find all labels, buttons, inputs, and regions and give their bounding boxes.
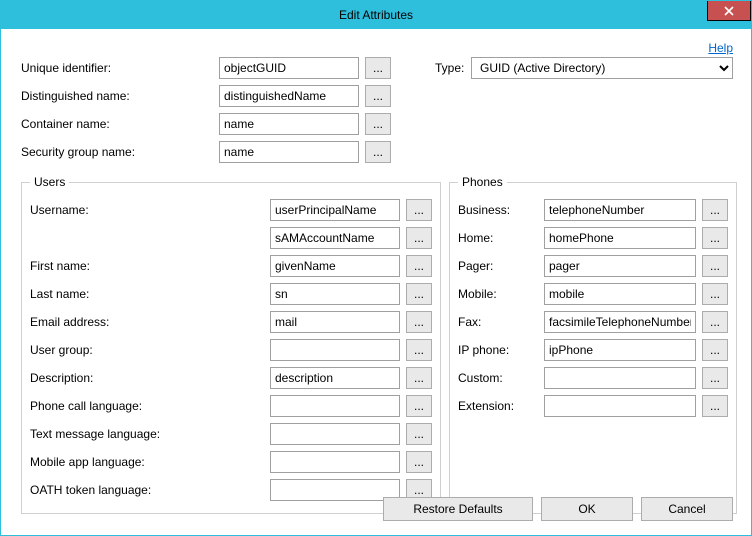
extension-browse-button[interactable]: ... — [702, 395, 728, 417]
mobile-label: Mobile: — [458, 287, 544, 301]
business-label: Business: — [458, 203, 544, 217]
type-select[interactable]: GUID (Active Directory) — [471, 57, 733, 79]
home-label: Home: — [458, 231, 544, 245]
users-legend: Users — [30, 175, 69, 189]
custom-label: Custom: — [458, 371, 544, 385]
unique-identifier-label: Unique identifier: — [21, 61, 219, 75]
text-lang-browse-button[interactable]: ... — [406, 423, 432, 445]
first-name-label: First name: — [30, 259, 270, 273]
fax-input[interactable] — [544, 311, 696, 333]
extension-label: Extension: — [458, 399, 544, 413]
pager-label: Pager: — [458, 259, 544, 273]
user-group-input[interactable] — [270, 339, 400, 361]
ipphone-label: IP phone: — [458, 343, 544, 357]
distinguished-name-input[interactable] — [219, 85, 359, 107]
users-group: Users Username:... ... First name:... La… — [21, 175, 441, 514]
home-browse-button[interactable]: ... — [702, 227, 728, 249]
dialog-body: Help Unique identifier: ... Type: GUID (… — [1, 29, 751, 526]
username-label: Username: — [30, 203, 270, 217]
security-group-name-browse-button[interactable]: ... — [365, 141, 391, 163]
user-group-label: User group: — [30, 343, 270, 357]
close-button[interactable] — [707, 1, 751, 21]
username2-input[interactable] — [270, 227, 400, 249]
business-browse-button[interactable]: ... — [702, 199, 728, 221]
business-input[interactable] — [544, 199, 696, 221]
email-label: Email address: — [30, 315, 270, 329]
unique-identifier-browse-button[interactable]: ... — [365, 57, 391, 79]
first-name-browse-button[interactable]: ... — [406, 255, 432, 277]
app-lang-input[interactable] — [270, 451, 400, 473]
description-browse-button[interactable]: ... — [406, 367, 432, 389]
email-input[interactable] — [270, 311, 400, 333]
ok-button[interactable]: OK — [541, 497, 633, 521]
close-icon — [724, 6, 734, 16]
phone-lang-browse-button[interactable]: ... — [406, 395, 432, 417]
pager-input[interactable] — [544, 255, 696, 277]
fax-label: Fax: — [458, 315, 544, 329]
username-input[interactable] — [270, 199, 400, 221]
titlebar: Edit Attributes — [1, 1, 751, 29]
user-group-browse-button[interactable]: ... — [406, 339, 432, 361]
cancel-button[interactable]: Cancel — [641, 497, 733, 521]
phone-lang-label: Phone call language: — [30, 399, 270, 413]
oath-lang-label: OATH token language: — [30, 483, 270, 497]
oath-lang-input[interactable] — [270, 479, 400, 501]
window-title: Edit Attributes — [339, 8, 413, 22]
dialog-buttons: Restore Defaults OK Cancel — [383, 497, 733, 521]
fax-browse-button[interactable]: ... — [702, 311, 728, 333]
last-name-label: Last name: — [30, 287, 270, 301]
description-input[interactable] — [270, 367, 400, 389]
mobile-browse-button[interactable]: ... — [702, 283, 728, 305]
container-name-browse-button[interactable]: ... — [365, 113, 391, 135]
text-lang-label: Text message language: — [30, 427, 270, 441]
ipphone-input[interactable] — [544, 339, 696, 361]
last-name-input[interactable] — [270, 283, 400, 305]
distinguished-name-browse-button[interactable]: ... — [365, 85, 391, 107]
phones-legend: Phones — [458, 175, 507, 189]
mobile-input[interactable] — [544, 283, 696, 305]
distinguished-name-label: Distinguished name: — [21, 89, 219, 103]
app-lang-label: Mobile app language: — [30, 455, 270, 469]
text-lang-input[interactable] — [270, 423, 400, 445]
type-label: Type: — [391, 61, 471, 75]
phones-group: Phones Business:... Home:... Pager:... M… — [449, 175, 737, 514]
custom-browse-button[interactable]: ... — [702, 367, 728, 389]
extension-input[interactable] — [544, 395, 696, 417]
description-label: Description: — [30, 371, 270, 385]
security-group-name-input[interactable] — [219, 141, 359, 163]
ipphone-browse-button[interactable]: ... — [702, 339, 728, 361]
security-group-name-label: Security group name: — [21, 145, 219, 159]
last-name-browse-button[interactable]: ... — [406, 283, 432, 305]
pager-browse-button[interactable]: ... — [702, 255, 728, 277]
email-browse-button[interactable]: ... — [406, 311, 432, 333]
help-link[interactable]: Help — [708, 41, 733, 55]
restore-defaults-button[interactable]: Restore Defaults — [383, 497, 533, 521]
phone-lang-input[interactable] — [270, 395, 400, 417]
edit-attributes-window: Edit Attributes Help Unique identifier: … — [0, 0, 752, 536]
unique-identifier-input[interactable] — [219, 57, 359, 79]
custom-input[interactable] — [544, 367, 696, 389]
container-name-input[interactable] — [219, 113, 359, 135]
first-name-input[interactable] — [270, 255, 400, 277]
username-browse-button[interactable]: ... — [406, 199, 432, 221]
home-input[interactable] — [544, 227, 696, 249]
top-attribute-rows: Unique identifier: ... Type: GUID (Activ… — [21, 57, 737, 163]
container-name-label: Container name: — [21, 117, 219, 131]
app-lang-browse-button[interactable]: ... — [406, 451, 432, 473]
username2-browse-button[interactable]: ... — [406, 227, 432, 249]
